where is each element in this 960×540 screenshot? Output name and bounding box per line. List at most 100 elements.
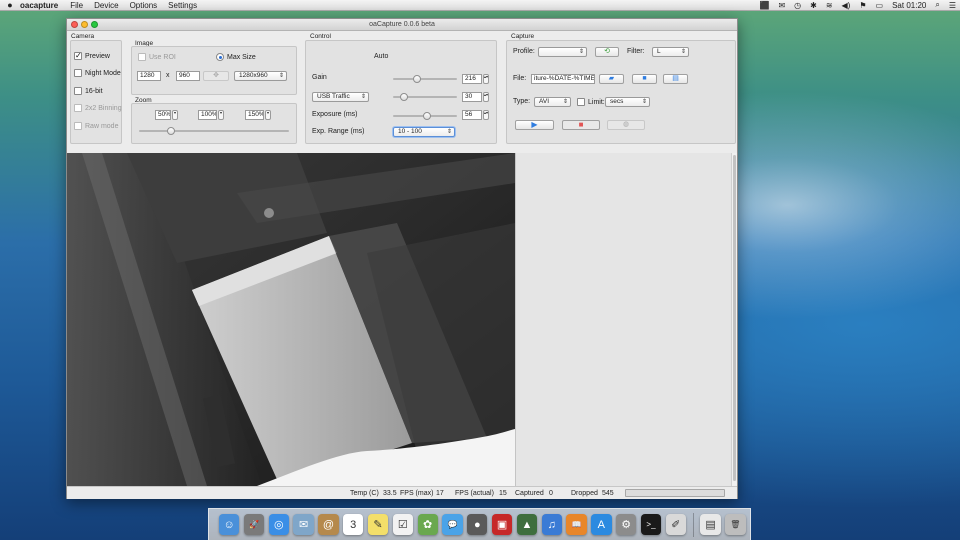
night-mode-checkbox[interactable]: Night Mode bbox=[74, 69, 121, 77]
start-capture-button[interactable]: ▶ bbox=[515, 120, 554, 130]
gain-slider[interactable] bbox=[393, 75, 457, 83]
calendar-icon[interactable]: 3 bbox=[343, 514, 364, 535]
right-pane-scrollbar[interactable] bbox=[731, 153, 737, 486]
max-size-radio[interactable]: Max Size bbox=[216, 53, 256, 61]
usb-traffic-slider-thumb[interactable] bbox=[399, 93, 408, 101]
iphoto-icon[interactable]: ▲ bbox=[516, 514, 538, 535]
gain-stepper[interactable]: ▴▾ bbox=[483, 74, 489, 84]
close-window-button[interactable] bbox=[71, 21, 78, 28]
ibooks-icon[interactable]: 📖 bbox=[566, 514, 587, 535]
binning-label: 2x2 Binning bbox=[85, 104, 122, 112]
menu-clock[interactable]: Sat 01:20 bbox=[892, 1, 926, 10]
preview-checkbox[interactable]: Preview bbox=[74, 51, 110, 60]
zoom-150-dropdown[interactable]: ▾ bbox=[265, 110, 271, 120]
16bit-check[interactable] bbox=[74, 87, 82, 95]
terminal-icon[interactable]: >_ bbox=[640, 514, 662, 535]
max-size-radio-dot[interactable] bbox=[216, 53, 224, 61]
appstore-icon[interactable]: A bbox=[591, 514, 612, 535]
contacts-icon[interactable]: @ bbox=[318, 514, 339, 535]
file-type-select[interactable]: AVI bbox=[534, 97, 571, 107]
launchpad-icon[interactable]: 🚀 bbox=[243, 514, 265, 535]
zoom-100-field[interactable]: 100% bbox=[198, 110, 217, 120]
menu-file[interactable]: File bbox=[70, 1, 83, 10]
usb-traffic-slider[interactable] bbox=[393, 93, 457, 101]
exp-range-select[interactable]: 10 - 100 bbox=[393, 127, 455, 137]
roi-height-field[interactable]: 960 bbox=[176, 71, 200, 81]
apple-icon[interactable]: ● bbox=[0, 0, 20, 10]
bluetooth-icon[interactable]: ✱ bbox=[810, 1, 817, 10]
exposure-value-field[interactable]: 56 bbox=[462, 110, 482, 120]
safari-icon[interactable]: ◎ bbox=[268, 514, 289, 535]
usb-traffic-value-field[interactable]: 30 bbox=[462, 92, 482, 102]
documents-stack-icon[interactable]: ▤ bbox=[700, 514, 721, 535]
photos-icon[interactable]: ✿ bbox=[417, 514, 438, 535]
spotlight-icon[interactable]: ⌕ bbox=[935, 0, 939, 10]
usb-traffic-stepper[interactable]: ▴▾ bbox=[483, 92, 489, 102]
zoom-slider[interactable] bbox=[139, 127, 289, 135]
preview-image bbox=[67, 153, 515, 486]
profile-label: Profile: bbox=[513, 48, 535, 55]
menu-settings[interactable]: Settings bbox=[168, 1, 197, 10]
mail-icon[interactable]: ✉ bbox=[293, 514, 314, 535]
night-mode-check[interactable] bbox=[74, 69, 82, 77]
camera-preview[interactable] bbox=[67, 153, 515, 486]
time-machine-icon[interactable]: ◷ bbox=[794, 1, 801, 10]
zoom-50-field[interactable]: 50% bbox=[155, 110, 171, 120]
limit-checkbox[interactable]: Limit: bbox=[577, 98, 605, 106]
limit-unit-select[interactable]: secs bbox=[605, 97, 650, 107]
system-preferences-icon[interactable]: ⚙ bbox=[616, 514, 637, 535]
night-mode-label: Night Mode bbox=[85, 69, 121, 77]
disk-icon: ■ bbox=[642, 75, 647, 82]
flag-icon[interactable]: ⚑ bbox=[859, 1, 866, 10]
roi-width-field[interactable]: 1280 bbox=[137, 71, 161, 81]
file-template-field[interactable]: iture-%DATE-%TIME bbox=[531, 74, 595, 84]
open-folder-button[interactable]: ▰ bbox=[599, 74, 624, 84]
facetime-icon[interactable]: ● bbox=[467, 514, 488, 535]
menu-options[interactable]: Options bbox=[130, 1, 158, 10]
16bit-checkbox[interactable]: 16-bit bbox=[74, 87, 103, 95]
gain-label: Gain bbox=[312, 74, 327, 81]
itunes-icon[interactable]: ♫ bbox=[541, 514, 562, 535]
photobooth-icon[interactable]: ▣ bbox=[491, 514, 513, 535]
gain-slider-thumb[interactable] bbox=[412, 75, 421, 83]
exposure-slider[interactable] bbox=[393, 112, 457, 120]
title-bar[interactable]: oaCapture 0.0.6 beta bbox=[67, 19, 737, 31]
notification-center-icon[interactable]: ☰ bbox=[949, 1, 956, 10]
exposure-slider-thumb[interactable] bbox=[422, 112, 431, 120]
profile-select[interactable] bbox=[538, 47, 587, 57]
zoom-150-field[interactable]: 150% bbox=[245, 110, 264, 120]
script-editor-icon[interactable]: ✐ bbox=[665, 514, 686, 535]
settings-list-button[interactable]: ▤ bbox=[663, 74, 688, 84]
gain-value-field[interactable]: 216 bbox=[462, 74, 482, 84]
filter-select[interactable]: L bbox=[652, 47, 689, 57]
notes-icon[interactable]: ✎ bbox=[367, 514, 389, 535]
scrollbar-knob[interactable] bbox=[733, 155, 736, 481]
volume-icon[interactable]: ◀) bbox=[842, 1, 851, 10]
battery-icon[interactable]: ▭ bbox=[876, 1, 884, 10]
messages-icon[interactable]: 💬 bbox=[442, 514, 463, 535]
minimize-window-button[interactable] bbox=[81, 21, 88, 28]
zoom-window-button[interactable] bbox=[91, 21, 98, 28]
preview-check[interactable] bbox=[74, 51, 82, 60]
usb-traffic-select[interactable]: USB Traffic bbox=[312, 92, 369, 102]
wifi-icon[interactable]: ≋ bbox=[826, 1, 833, 10]
finder-icon[interactable]: ☺ bbox=[219, 514, 240, 535]
pause-icon: ◍ bbox=[622, 121, 630, 128]
zoom-50-dropdown[interactable]: ▾ bbox=[172, 110, 178, 120]
stop-capture-button[interactable]: ■ bbox=[562, 120, 600, 130]
notification-icon[interactable]: ✉ bbox=[778, 1, 785, 10]
resolution-select[interactable]: 1280x960 bbox=[234, 71, 287, 81]
status-menu-icon[interactable]: ⬛ bbox=[759, 1, 769, 10]
binning-checkbox: 2x2 Binning bbox=[74, 104, 122, 112]
menu-app-name[interactable]: oacapture bbox=[20, 1, 58, 10]
use-roi-label: Use ROI bbox=[149, 53, 176, 61]
trash-icon[interactable]: 🗑 bbox=[725, 514, 746, 535]
limit-check[interactable] bbox=[577, 98, 585, 106]
raw-mode-label: Raw mode bbox=[85, 122, 119, 130]
reminders-icon[interactable]: ☑ bbox=[392, 514, 413, 535]
zoom-100-dropdown[interactable]: ▾ bbox=[218, 110, 224, 120]
save-settings-button[interactable]: ■ bbox=[632, 74, 657, 84]
menu-device[interactable]: Device bbox=[94, 1, 118, 10]
exposure-stepper[interactable]: ▴▾ bbox=[483, 110, 489, 120]
reset-profile-button[interactable]: ⟲ bbox=[595, 47, 619, 57]
